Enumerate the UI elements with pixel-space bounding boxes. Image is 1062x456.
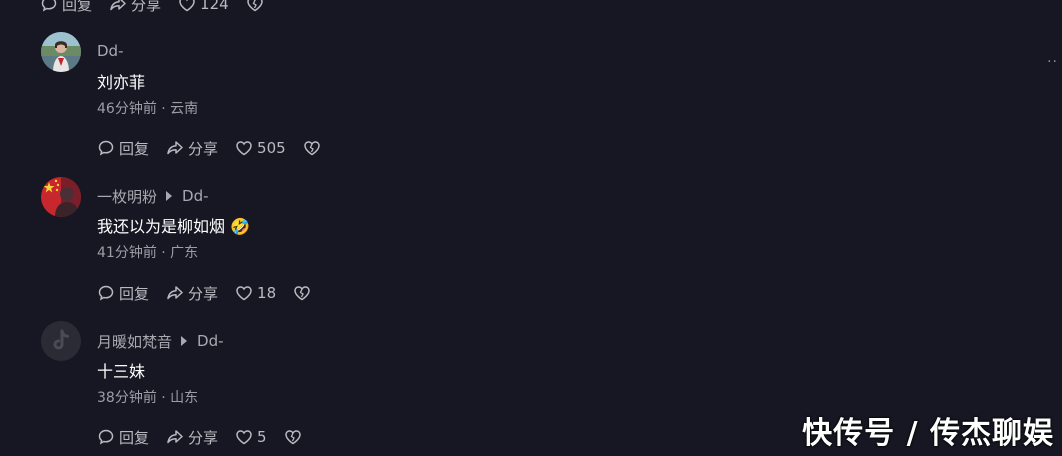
like-button[interactable]: 124 [178,0,229,13]
share-label: 分享 [188,428,219,447]
broken-heart-icon [246,0,264,13]
like-count: 124 [200,0,229,13]
reply-label: 回复 [119,284,150,303]
avatar[interactable] [41,32,81,72]
action-bar: 回复 分享 5 [97,427,306,447]
reply-to-name[interactable]: Dd- [197,332,223,350]
like-count: 5 [257,428,267,446]
heart-icon [235,284,253,302]
author-name[interactable]: Dd- [97,42,123,60]
broken-heart-icon [284,428,302,446]
author-name[interactable]: 月暖如梵音 [97,331,172,352]
reply-icon [97,428,115,446]
avatar[interactable] [41,321,81,361]
share-button[interactable]: 分享 [166,427,218,448]
broken-heart-icon [303,139,321,157]
share-icon [166,428,184,446]
reply-button[interactable]: 回复 [97,427,149,448]
share-icon [166,139,184,157]
reply-icon [40,0,58,13]
like-count: 18 [257,284,277,302]
comment-meta: 38分钟前 · 山东 [97,390,199,406]
reply-to-name[interactable]: Dd- [182,187,208,205]
dislike-button[interactable] [246,0,268,13]
comment-text: 十三妹 [97,362,146,381]
share-button[interactable]: 分享 [166,283,218,304]
share-button[interactable]: 分享 [109,0,161,15]
watermark: 快传号 / 传杰聊娱 [802,416,1054,451]
more-options-button[interactable]: ·· [1047,55,1058,69]
reply-label: 回复 [62,0,93,14]
share-icon [166,284,184,302]
action-bar: 回复 分享 505 [97,138,325,158]
avatar[interactable] [41,177,81,217]
share-button[interactable]: 分享 [166,138,218,159]
share-label: 分享 [188,284,219,303]
reply-icon [97,284,115,302]
dislike-button[interactable] [303,139,325,157]
comment-text: 我还以为是柳如烟 🤣 [97,216,250,238]
reply-icon [97,139,115,157]
comment-meta: 41分钟前 · 广东 [97,245,199,261]
dislike-button[interactable] [284,428,306,446]
reply-label: 回复 [119,139,150,158]
comment-text: 刘亦菲 [97,73,146,92]
top-action-bar: 回复 分享 124 [40,0,268,14]
reply-arrow-icon [181,336,188,346]
comment-meta: 46分钟前 · 云南 [97,101,199,117]
author-line: Dd- [97,41,123,61]
author-name[interactable]: 一枚明粉 [97,186,157,207]
share-label: 分享 [188,139,219,158]
heart-icon [235,139,253,157]
comment-text-body: 我还以为是柳如烟 [97,217,226,236]
like-count: 505 [257,139,286,157]
reply-button[interactable]: 回复 [97,138,149,159]
heart-icon [178,0,196,13]
dislike-button[interactable] [293,284,315,302]
rofl-emoji-icon: 🤣 [230,217,250,236]
comment-feed: 回复 分享 124 ·· Dd- 刘亦菲 46分钟前 · 云南 回复 分享 50… [0,0,1062,456]
reply-button[interactable]: 回复 [40,0,92,15]
heart-icon [235,428,253,446]
broken-heart-icon [293,284,311,302]
share-label: 分享 [131,0,162,14]
like-button[interactable]: 505 [235,139,286,157]
author-line: 一枚明粉 Dd- [97,186,209,206]
reply-label: 回复 [119,428,150,447]
author-line: 月暖如梵音 Dd- [97,331,224,351]
share-icon [109,0,127,13]
like-button[interactable]: 18 [235,284,276,302]
action-bar: 回复 分享 18 [97,283,315,303]
reply-arrow-icon [166,191,173,201]
like-button[interactable]: 5 [235,428,267,446]
reply-button[interactable]: 回复 [97,283,149,304]
